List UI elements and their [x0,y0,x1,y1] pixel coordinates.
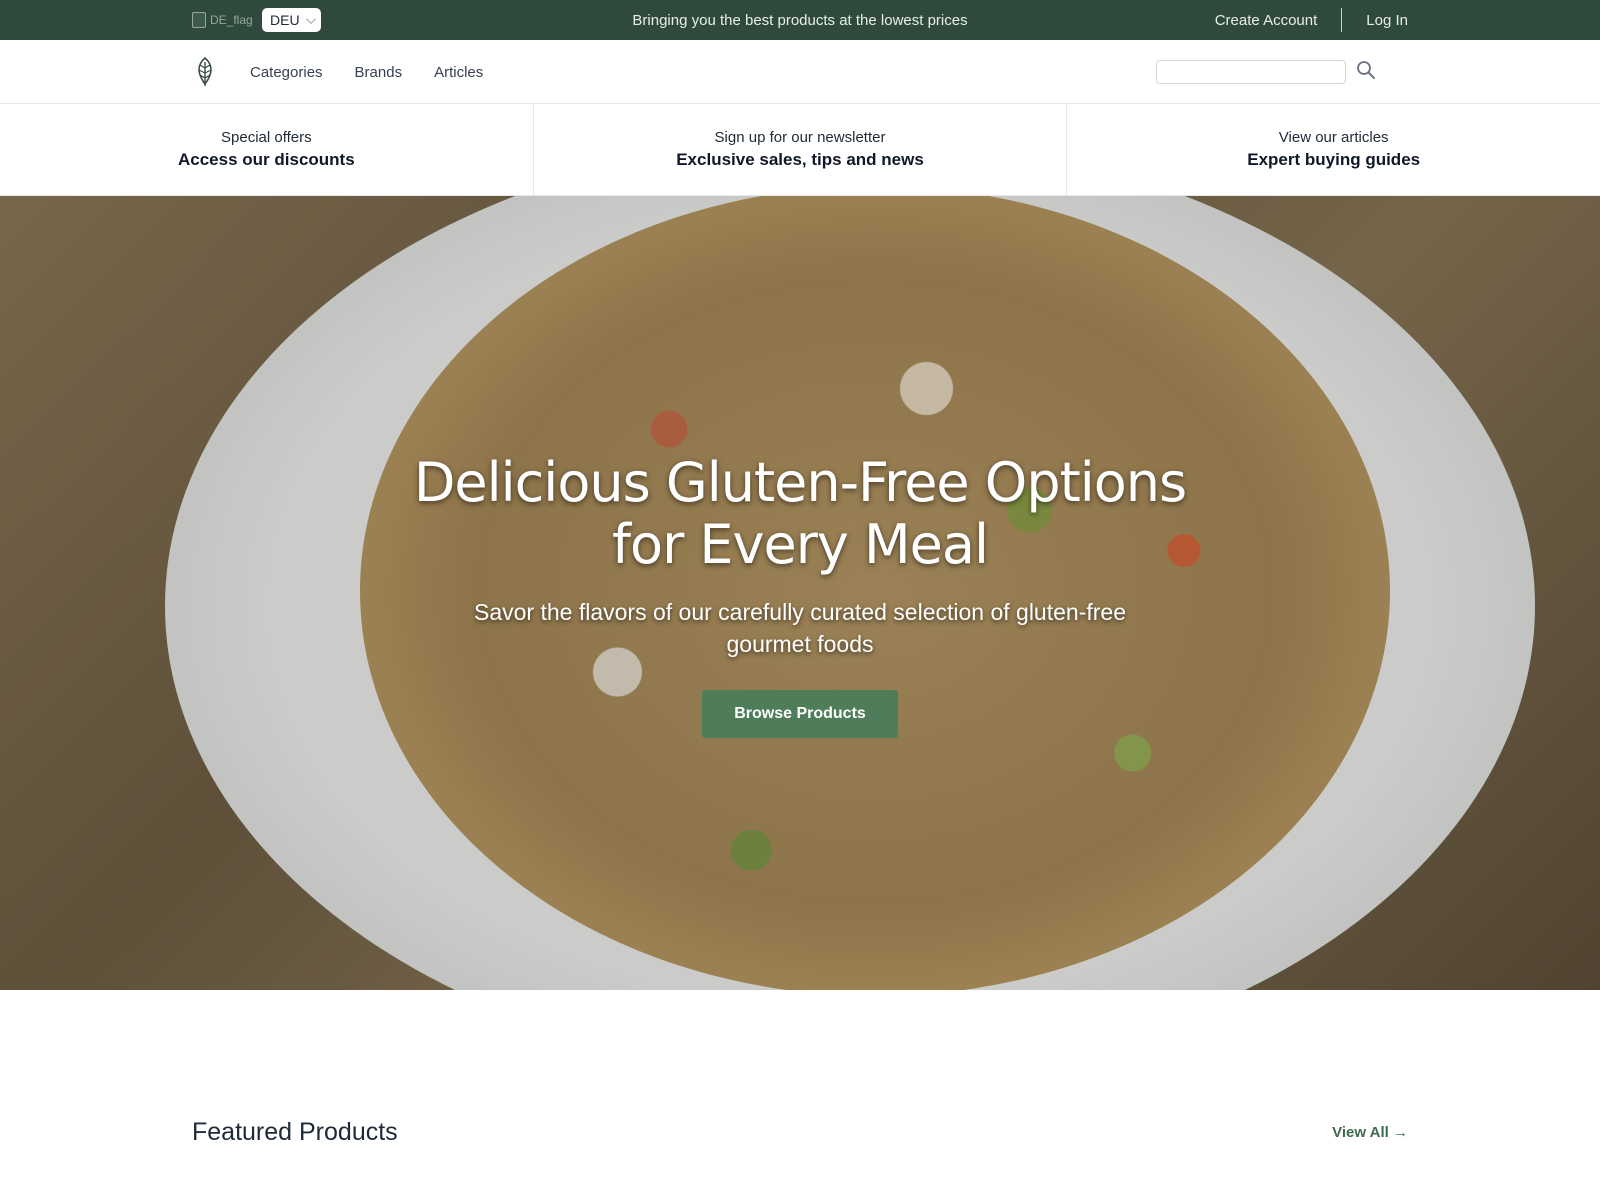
promo-strip: Special offers Access our discounts Sign… [0,104,1600,196]
log-in-link[interactable]: Log In [1366,12,1408,29]
nav-links: Categories Brands Articles [250,64,483,81]
hero-title-line1: Delicious Gluten-Free Options [413,451,1187,514]
search-input[interactable] [1156,60,1346,84]
browse-products-button[interactable]: Browse Products [702,690,898,738]
flag-alt-text: DE_flag [210,13,253,27]
search-icon[interactable] [1356,60,1376,85]
hero-banner: Delicious Gluten-Free Options for Every … [0,196,1600,990]
hero-title-line2: for Every Meal [612,513,989,576]
divider [1341,8,1343,32]
language-select[interactable]: DEU [262,8,321,32]
hero-title: Delicious Gluten-Free Options for Every … [0,452,1600,576]
promo-newsletter[interactable]: Sign up for our newsletter Exclusive sal… [534,104,1068,195]
promo-label: View our articles [1278,129,1389,146]
view-all-link[interactable]: View All → [1332,1124,1408,1141]
promo-label: Sign up for our newsletter [714,129,886,146]
section-title: Featured Products [192,1118,398,1146]
hero-content: Delicious Gluten-Free Options for Every … [0,452,1600,738]
promo-heading: Exclusive sales, tips and news [676,150,924,169]
promo-special-offers[interactable]: Special offers Access our discounts [0,104,534,195]
featured-products-header: Featured Products View All → [192,1118,1408,1147]
flag-image: DE_flag [192,10,270,30]
leaf-logo-icon[interactable] [192,56,218,88]
promo-heading: Expert buying guides [1247,150,1421,169]
promo-label: Special offers [221,129,312,146]
main-nav: Categories Brands Articles [0,40,1600,104]
chevron-down-icon [305,13,316,24]
nav-link-brands[interactable]: Brands [355,64,403,81]
language-value: DEU [270,12,300,28]
promo-heading: Access our discounts [178,150,355,169]
create-account-link[interactable]: Create Account [1215,12,1318,29]
announcement-bar: DE_flag DEU Bringing you the best produc… [0,0,1600,40]
nav-link-articles[interactable]: Articles [434,64,483,81]
search-area [1156,60,1376,85]
hero-subtitle: Savor the flavors of our carefully curat… [473,599,1126,657]
promo-articles[interactable]: View our articles Expert buying guides [1067,104,1600,195]
nav-link-categories[interactable]: Categories [250,64,323,81]
broken-image-icon [192,12,206,28]
account-links: Create Account Log In [1215,8,1408,32]
